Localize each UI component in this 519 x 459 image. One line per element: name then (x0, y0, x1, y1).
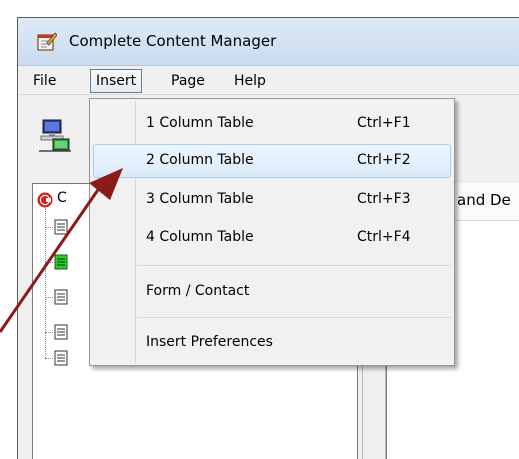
tree-connector (45, 262, 53, 263)
tree-root-label[interactable]: C (57, 190, 67, 206)
menu-item-insert-preferences[interactable]: Insert Preferences (93, 326, 451, 360)
tree-node[interactable] (45, 324, 71, 340)
tree-node[interactable] (45, 289, 71, 305)
menu-separator (137, 265, 451, 266)
title-bar[interactable]: Complete Content Manager (18, 18, 519, 66)
menu-insert[interactable]: Insert (90, 69, 143, 93)
menu-item-2-column-table[interactable]: 2 Column Table Ctrl+F2 (93, 144, 451, 178)
tree-node[interactable] (45, 219, 71, 235)
menu-item-3-column-table[interactable]: 3 Column Table Ctrl+F3 (93, 183, 451, 217)
document-icon (54, 350, 68, 366)
tree-node-selected[interactable] (45, 254, 71, 270)
menu-item-1-column-table[interactable]: 1 Column Table Ctrl+F1 (93, 107, 451, 141)
red-c-logo-icon (37, 192, 53, 208)
insert-menu-dropdown: 1 Column Table Ctrl+F1 2 Column Table Ct… (89, 98, 455, 366)
menu-item-label: 1 Column Table (146, 115, 254, 131)
document-icon (54, 324, 68, 340)
tree-connector (45, 227, 53, 228)
menu-bar: File Insert Page Help (18, 66, 519, 95)
network-computer-icon[interactable] (37, 117, 73, 153)
menu-item-shortcut: Ctrl+F3 (357, 191, 411, 207)
menu-item-label: 2 Column Table (146, 152, 254, 168)
menu-item-shortcut: Ctrl+F2 (357, 152, 411, 168)
menu-item-label: Form / Contact (146, 283, 250, 299)
menu-item-shortcut: Ctrl+F4 (357, 229, 411, 245)
menu-file[interactable]: File (28, 71, 61, 91)
window-title: Complete Content Manager (69, 32, 277, 50)
tree-connector (45, 358, 53, 359)
notepad-pen-icon (37, 32, 57, 51)
document-icon (54, 219, 68, 235)
tree-node[interactable] (45, 350, 71, 366)
menu-item-form-contact[interactable]: Form / Contact (93, 275, 451, 309)
menu-item-label: 4 Column Table (146, 229, 254, 245)
document-green-icon (54, 254, 68, 270)
tree-connector (45, 297, 53, 298)
tree-connector (45, 332, 53, 333)
menu-item-label: Insert Preferences (146, 334, 273, 350)
menu-item-shortcut: Ctrl+F1 (357, 115, 411, 131)
menu-help[interactable]: Help (229, 71, 271, 91)
menu-page[interactable]: Page (166, 71, 210, 91)
menu-separator (137, 317, 451, 318)
menu-item-label: 3 Column Table (146, 191, 254, 207)
document-icon (54, 289, 68, 305)
detail-header-label: and De (457, 191, 511, 209)
menu-item-4-column-table[interactable]: 4 Column Table Ctrl+F4 (93, 221, 451, 255)
